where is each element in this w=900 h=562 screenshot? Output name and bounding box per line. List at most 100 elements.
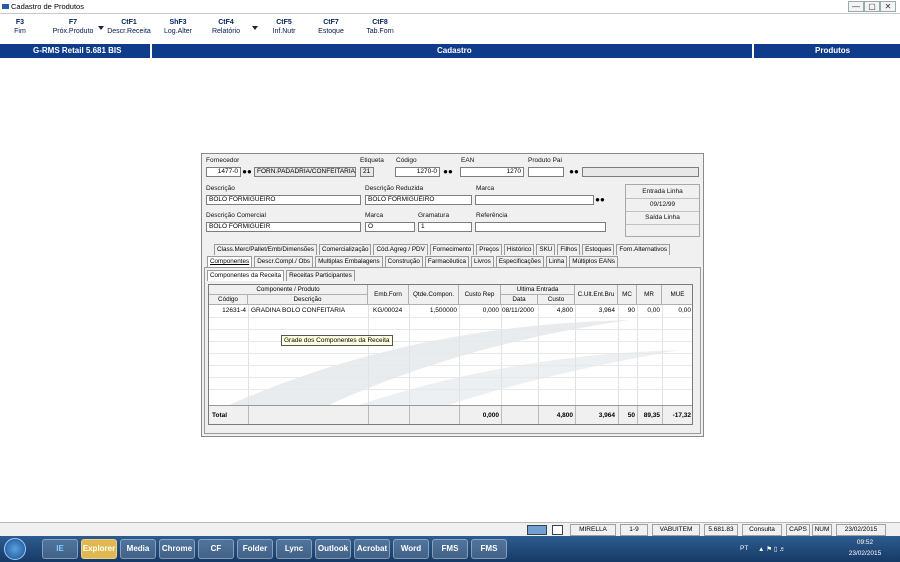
codigo-field[interactable]: 1270-0 <box>395 167 440 177</box>
tray-icons[interactable]: ▲ ⚑ ▯ ♬ <box>758 545 786 553</box>
chevron-down-icon[interactable] <box>252 26 258 30</box>
codigo-label: Código <box>396 157 417 164</box>
col-mue[interactable]: MUE <box>662 285 692 305</box>
taskbar-cf-icon[interactable]: CF <box>198 539 234 559</box>
col-emb-forn[interactable]: Emb.Forn <box>368 285 409 305</box>
tab-forn-alternativos[interactable]: Forn.Alternativos <box>616 244 671 255</box>
col-descricao[interactable]: Descrição <box>248 295 368 305</box>
fkey-tab-forn[interactable]: CtF8 Tab.Forn <box>360 19 400 35</box>
clock-date[interactable]: 23/02/2015 <box>842 550 888 557</box>
descricao-comercial-label: Descrição Comercial <box>206 212 266 219</box>
taskbar-word-icon[interactable]: Word <box>393 539 429 559</box>
taskbar-lync-icon[interactable]: Lync <box>276 539 312 559</box>
col-mc[interactable]: MC <box>618 285 637 305</box>
grid-line <box>368 406 369 424</box>
tab-componentes[interactable]: Componentes <box>207 256 253 267</box>
marca-top-field[interactable] <box>475 195 594 205</box>
binoculars-search-icon[interactable]: ●● <box>569 167 579 177</box>
status-user: MIRELLA <box>570 524 616 536</box>
taskbar-outlook-icon[interactable]: Outlook <box>315 539 351 559</box>
tab-filhos[interactable]: Filhos <box>557 244 581 255</box>
tab-descr-compl[interactable]: Descr.Compl./ Obs <box>254 256 314 267</box>
total-mc: 50 <box>627 412 635 419</box>
grid-line <box>209 317 692 318</box>
clock-time[interactable]: 09:52 <box>842 539 888 546</box>
col-mr[interactable]: MR <box>637 285 662 305</box>
status-server: VABUITEM <box>652 524 700 536</box>
linha-box: Entrada Linha 09/12/99 Saída Linha <box>625 184 700 237</box>
group-header-ultima-entrada: Ultima Entrada <box>501 285 575 295</box>
produto-pai-name-field <box>582 167 699 177</box>
total-c-ult: 3,964 <box>598 412 615 419</box>
close-button[interactable]: ✕ <box>880 1 896 12</box>
language-indicator[interactable]: PT <box>740 545 748 552</box>
tab-multiplas-embalagens[interactable]: Multiplas Embalagens <box>315 256 383 267</box>
fkey-descr-receita[interactable]: CtF1 Descr.Receita <box>105 19 153 35</box>
ean-field[interactable]: 1270 <box>460 167 524 177</box>
referencia-field[interactable] <box>475 222 606 232</box>
maximize-button[interactable]: ▢ <box>864 1 880 12</box>
minimize-button[interactable]: — <box>848 1 864 12</box>
col-qtde-compon[interactable]: Qtde.Compon. <box>409 285 459 305</box>
fkey-inf-nutr[interactable]: CtF5 Inf.Nutr <box>264 19 304 35</box>
fkey-prox-produto[interactable]: F7 Próx.Produto <box>47 19 99 35</box>
chevron-down-icon[interactable] <box>98 26 104 30</box>
tab-cod-agreg[interactable]: Cód.Agreg / PDV <box>373 244 428 255</box>
taskbar-ie-icon[interactable]: IE <box>42 539 78 559</box>
grid-line <box>209 377 692 378</box>
taskbar-chrome-icon[interactable]: Chrome <box>159 539 195 559</box>
taskbar-fms-icon[interactable]: FMS <box>471 539 507 559</box>
col-custo-rep[interactable]: Custo Rep <box>459 285 501 305</box>
marca-field[interactable]: O <box>365 222 415 232</box>
fornecedor-code-field[interactable]: 1477-0 <box>206 167 241 177</box>
subtab-componentes-receita[interactable]: Componentes da Receita <box>207 270 285 281</box>
tab-sku[interactable]: SKU <box>536 244 556 255</box>
taskbar-explorer-icon[interactable]: Explorer <box>81 539 117 559</box>
etiqueta-field[interactable]: 21 <box>360 167 374 177</box>
tab-precos[interactable]: Preços <box>476 244 502 255</box>
taskbar-folder-icon[interactable]: Folder <box>237 539 273 559</box>
tab-estoques[interactable]: Estoques <box>582 244 615 255</box>
tab-class-merc[interactable]: Class.Merc/Pallet/Emb/Dimensões <box>214 244 317 255</box>
tab-comercializacao[interactable]: Comercialização <box>318 244 372 255</box>
tab-farmaceutica[interactable]: Farmacêutica <box>424 256 470 267</box>
cell-emb-forn: KG/00024 <box>373 307 403 314</box>
table-row[interactable]: 12631-4 GRADINA BOLO CONFEITARIA KG/0002… <box>209 307 692 317</box>
fkey-log-alter[interactable]: ShF3 Log.Alter <box>159 19 197 35</box>
produto-pai-field[interactable] <box>528 167 564 177</box>
fkey-fim[interactable]: F3 Fim <box>6 19 34 35</box>
col-data[interactable]: Data <box>501 295 538 305</box>
entrada-linha-value: 09/12/99 <box>649 201 676 208</box>
subtab-receitas-participantes[interactable]: Receitas Participantes <box>286 270 355 281</box>
grid-line <box>209 353 692 354</box>
descricao-comercial-field[interactable]: BOLO FORMIGUEIR <box>206 222 361 232</box>
col-custo[interactable]: Custo <box>538 295 575 305</box>
tab-construcao[interactable]: Construção <box>384 256 423 267</box>
gramatura-field[interactable]: 1 <box>418 222 472 232</box>
marca-label: Marca <box>365 212 384 219</box>
tab-historico[interactable]: Histórico <box>503 244 535 255</box>
col-c-ult-ent-bru[interactable]: C.Ult.Ent.Bru <box>575 285 618 305</box>
fkey-estoque[interactable]: CtF7 Estoque <box>311 19 351 35</box>
grid-line <box>409 406 410 424</box>
taskbar-acrobat-icon[interactable]: Acrobat <box>354 539 390 559</box>
fkey-relatorio[interactable]: CtF4 Relatório <box>206 19 246 35</box>
tab-especificacoes[interactable]: Especificações <box>495 256 544 267</box>
taskbar-fms-icon[interactable]: FMS <box>432 539 468 559</box>
start-button[interactable] <box>4 538 26 560</box>
descricao-reduzida-field[interactable]: BOLO FORMIGUEIRO <box>365 195 472 205</box>
tab-multiplos-eans[interactable]: Múltiplos EANs <box>569 256 618 267</box>
tab-livros[interactable]: Livros <box>471 256 494 267</box>
descricao-field[interactable]: BOLO FORMIGUEIRO <box>206 195 361 205</box>
taskbar-media-icon[interactable]: Media <box>120 539 156 559</box>
tab-linha[interactable]: Linha <box>545 256 568 267</box>
col-codigo[interactable]: Código <box>209 295 248 305</box>
grid-line <box>248 406 249 424</box>
divider <box>626 224 699 225</box>
binoculars-search-icon[interactable]: ●● <box>242 167 252 177</box>
binoculars-search-icon[interactable]: ●● <box>443 167 453 177</box>
tab-fornecimento[interactable]: Fornecimento <box>429 244 475 255</box>
app-icon <box>2 4 9 9</box>
status-range: 1-9 <box>620 524 648 536</box>
binoculars-search-icon[interactable]: ●● <box>595 195 605 205</box>
